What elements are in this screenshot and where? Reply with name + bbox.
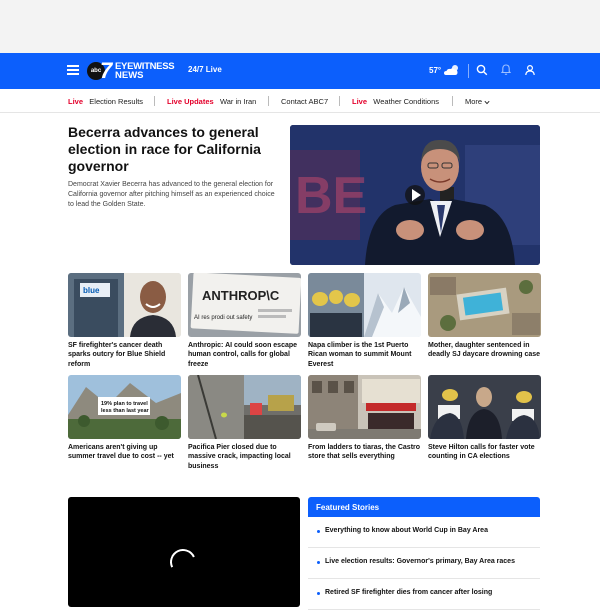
logo-line2: NEWS — [115, 70, 144, 81]
subnav-item-label: Election Results — [89, 97, 144, 106]
story-card[interactable]: Napa climber is the 1st Puerto Rican wom… — [308, 273, 421, 369]
subnav-item-weather[interactable]: Live Weather Conditions — [352, 97, 439, 106]
story-card[interactable]: ANTHROP\C AI res prodi out safety Anthro… — [188, 273, 301, 369]
top-banner-space — [0, 0, 600, 53]
search-icon[interactable] — [476, 64, 488, 76]
partly-cloudy-icon[interactable] — [443, 63, 463, 77]
subnav-item-label: War in Iran — [219, 97, 257, 106]
svg-text:19% plan to travel les: 19% plan to travel less than last year — [101, 401, 150, 414]
svg-text:blue: blue — [83, 286, 100, 295]
thumbnail-text: ANTHROP\C — [202, 288, 280, 303]
user-icon[interactable] — [524, 64, 536, 76]
story-card[interactable]: Mother, daughter sentenced in deadly SJ … — [428, 273, 541, 360]
story-card[interactable]: Steve Hilton calls for faster vote count… — [428, 375, 541, 462]
subnav-divider — [452, 96, 453, 106]
subnav-divider — [339, 96, 340, 106]
story-thumbnail — [308, 273, 421, 337]
svg-text:BE: BE — [295, 167, 367, 225]
featured-story-item[interactable]: Everything to know about World Cup in Ba… — [308, 517, 540, 548]
story-thumbnail — [428, 273, 541, 337]
subnav-item-label: More — [465, 97, 483, 106]
featured-story-label: Live election results: Governor's primar… — [325, 558, 515, 565]
story-thumbnail: ANTHROP\C AI res prodi out safety — [188, 273, 301, 337]
live-stream-link[interactable]: 24/7 Live — [188, 65, 222, 74]
live-badge: Live — [352, 97, 368, 106]
menu-icon[interactable] — [67, 65, 79, 75]
featured-stories-heading: Featured Stories — [308, 497, 540, 517]
bullet-icon — [317, 592, 320, 595]
temperature[interactable]: 57° — [429, 66, 441, 75]
story-card[interactable]: From ladders to tiaras, the Castro store… — [308, 375, 421, 462]
chevron-down-icon — [484, 100, 490, 104]
subnav-item-contact[interactable]: Contact ABC7 — [281, 97, 328, 106]
story-card[interactable]: 19% plan to travel less than last year A… — [68, 375, 181, 462]
subnav-item-label: Weather Conditions — [373, 97, 440, 106]
subnav-item-more[interactable]: More — [465, 97, 490, 106]
featured-story-label: Retired SF firefighter dies from cancer … — [325, 589, 493, 596]
featured-stories-panel: Featured Stories Everything to know abou… — [308, 497, 540, 610]
hero-photo-becerra: BE — [290, 125, 540, 265]
story-caption: Americans aren't giving up summer travel… — [68, 444, 174, 461]
loading-spinner-icon — [166, 545, 200, 579]
story-thumbnail — [308, 375, 421, 439]
story-thumbnail: blue — [68, 273, 181, 337]
story-thumbnail — [428, 375, 541, 439]
story-caption: Mother, daughter sentenced in deadly SJ … — [428, 342, 541, 359]
subnav-item-election-results[interactable]: Live Election Results — [68, 97, 143, 106]
bullet-icon — [317, 530, 320, 533]
live-updates-badge: Live Updates — [167, 97, 214, 106]
bell-icon[interactable] — [500, 63, 512, 76]
story-caption: Steve Hilton calls for faster vote count… — [428, 444, 535, 461]
hero-image[interactable]: BE — [290, 125, 540, 265]
hero-headline[interactable]: Becerra advances to general election in … — [68, 124, 280, 175]
header-divider — [468, 64, 469, 78]
story-caption: Napa climber is the 1st Puerto Rican wom… — [308, 342, 412, 368]
subnav-item-label: Contact ABC7 — [281, 97, 329, 106]
subnav-divider — [154, 96, 155, 106]
subnav-divider — [268, 96, 269, 106]
story-caption: From ladders to tiaras, the Castro store… — [308, 444, 421, 461]
hero-description: Democrat Xavier Becerra has advanced to … — [68, 181, 275, 208]
story-thumbnail: 19% plan to travel less than last year — [68, 375, 181, 439]
story-caption: Pacifica Pier closed due to massive crac… — [188, 444, 291, 470]
story-card[interactable]: Pacifica Pier closed due to massive crac… — [188, 375, 301, 471]
abc7-logo[interactable]: abc 7 EYEWITNESS NEWS — [87, 58, 179, 83]
sub-navigation: Live Election Results Live Updates War i… — [0, 89, 600, 113]
site-header: abc 7 EYEWITNESS NEWS 24/7 Live 57° — [0, 53, 600, 89]
featured-story-item[interactable]: Live election results: Governor's primar… — [308, 548, 540, 579]
story-card[interactable]: blue SF firefighter's cancer death spark… — [68, 273, 181, 369]
logo-number: 7 — [100, 58, 112, 83]
story-caption: Anthropic: AI could soon escape human co… — [188, 342, 298, 368]
bullet-icon — [317, 561, 320, 564]
featured-story-label: Everything to know about World Cup in Ba… — [325, 527, 488, 534]
story-caption: SF firefighter's cancer death sparks out… — [68, 342, 166, 368]
live-badge: Live — [68, 97, 84, 106]
video-player[interactable] — [68, 497, 300, 607]
featured-story-item[interactable]: Retired SF firefighter dies from cancer … — [308, 579, 540, 610]
thumbnail-subtext: AI res prodi out safety — [194, 315, 252, 321]
subnav-item-war-in-iran[interactable]: Live Updates War in Iran — [167, 97, 256, 106]
story-thumbnail — [188, 375, 301, 439]
